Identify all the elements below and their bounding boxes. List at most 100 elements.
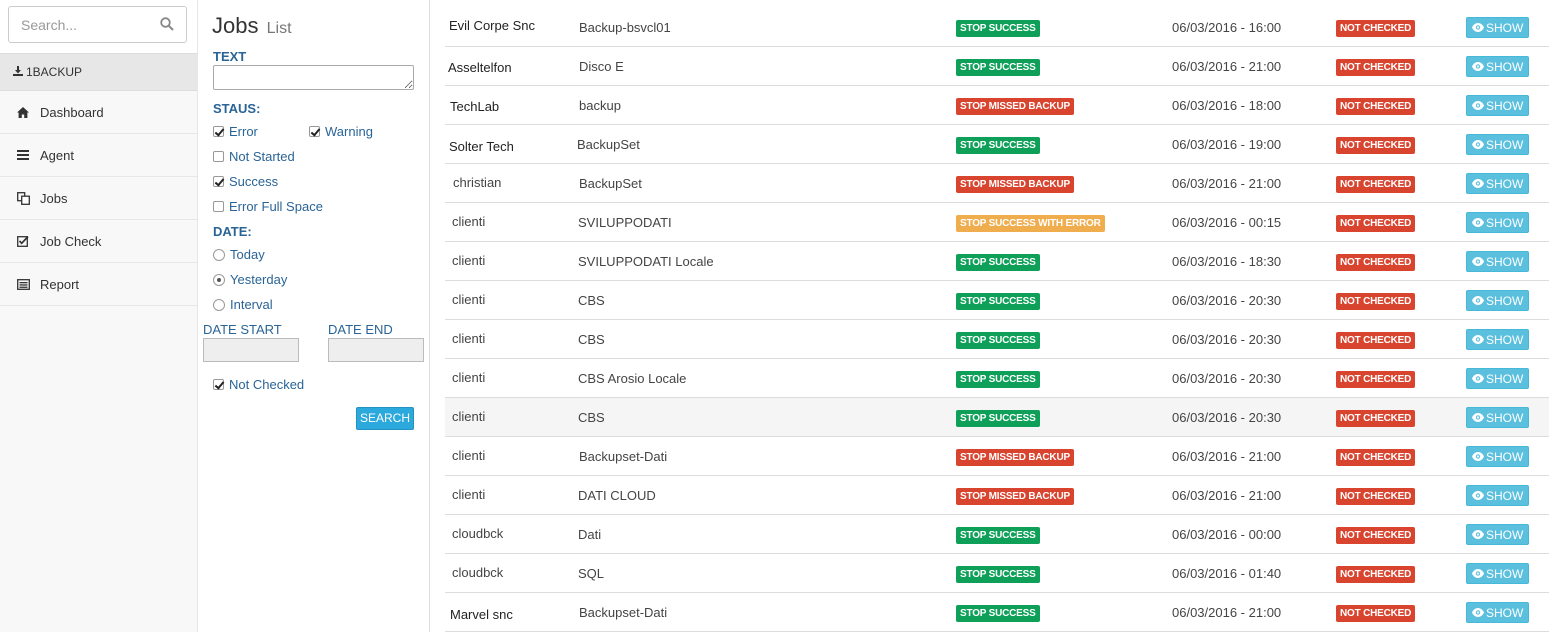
date-today-radio[interactable]: Today <box>213 247 265 262</box>
status-error-checkbox[interactable]: Error <box>213 124 258 139</box>
checkbox-mark <box>309 126 320 137</box>
show-label: SHOW <box>1486 98 1524 113</box>
radio-mark <box>213 298 225 311</box>
job-name: SVILUPPODATI <box>578 215 672 230</box>
show-cell: SHOW <box>1466 485 1530 506</box>
not-checked-badge: NOT CHECKED <box>1336 20 1416 37</box>
search-box <box>8 6 187 43</box>
check-badge-cell: NOT CHECKED <box>1336 370 1416 388</box>
show-button[interactable]: SHOW <box>1466 602 1530 623</box>
show-button[interactable]: SHOW <box>1466 212 1530 233</box>
status-badge-cell: STOP SUCCESS <box>956 409 1040 427</box>
check-badge-cell: NOT CHECKED <box>1336 565 1416 583</box>
show-button[interactable]: SHOW <box>1466 95 1530 116</box>
status-label: STAUS: <box>213 101 261 116</box>
show-button[interactable]: SHOW <box>1466 446 1530 467</box>
date-yesterday-radio[interactable]: Yesterday <box>213 272 287 287</box>
text-filter-input[interactable] <box>213 65 414 90</box>
status-badge: STOP MISSED BACKUP <box>956 98 1074 115</box>
show-button[interactable]: SHOW <box>1466 251 1530 272</box>
show-button[interactable]: SHOW <box>1466 290 1530 311</box>
eye-icon <box>1472 99 1486 113</box>
client-name: christian <box>453 175 502 190</box>
show-button[interactable]: SHOW <box>1466 368 1530 389</box>
home-icon <box>16 105 30 119</box>
show-cell: SHOW <box>1466 173 1530 194</box>
not-checked-checkbox[interactable]: Not Checked <box>213 377 304 392</box>
job-name: Backup-bsvcl01 <box>579 20 671 35</box>
checkbox-mark <box>213 176 224 187</box>
filter-panel: Jobs List TEXT STAUS: Error Warning Not … <box>198 0 430 632</box>
status-warning-checkbox[interactable]: Warning <box>309 124 373 139</box>
eye-icon <box>1472 489 1486 503</box>
check-badge-cell: NOT CHECKED <box>1336 448 1416 466</box>
show-label: SHOW <box>1486 59 1524 74</box>
show-label: SHOW <box>1486 488 1524 503</box>
sidebar-item-job-check[interactable]: Job Check <box>0 220 197 263</box>
show-button[interactable]: SHOW <box>1466 407 1530 428</box>
status-error-full-space-checkbox[interactable]: Error Full Space <box>213 199 323 214</box>
not-checked-badge: NOT CHECKED <box>1336 176 1416 193</box>
page-subtitle: List <box>266 20 292 37</box>
search-button[interactable]: SEARCH <box>356 407 414 430</box>
job-name: CBS <box>578 293 605 308</box>
table-row: Asseltelfon Disco E STOP SUCCESS 06/03/2016… <box>445 47 1549 86</box>
search-icon[interactable] <box>160 17 176 33</box>
table-row: clienti CBS STOP SUCCESS 06/03/2016 - 20:30… <box>445 398 1549 437</box>
status-badge: STOP SUCCESS <box>956 332 1040 349</box>
show-button[interactable]: SHOW <box>1466 173 1530 194</box>
checkbox-mark <box>213 379 224 390</box>
client-name: clienti <box>452 331 486 346</box>
show-label: SHOW <box>1486 527 1524 542</box>
show-label: SHOW <box>1486 215 1524 230</box>
client-name: clienti <box>452 370 486 385</box>
show-button[interactable]: SHOW <box>1466 56 1530 77</box>
show-cell: SHOW <box>1466 446 1530 467</box>
search-input[interactable] <box>9 7 149 42</box>
eye-icon <box>1472 138 1486 152</box>
job-name: SVILUPPODATI Locale <box>578 254 714 269</box>
check-badge-cell: NOT CHECKED <box>1336 526 1416 544</box>
sidebar-item-jobs[interactable]: Jobs <box>0 177 197 220</box>
brand-item[interactable]: 1BACKUP <box>0 53 197 91</box>
status-success-checkbox[interactable]: Success <box>213 174 278 189</box>
show-button[interactable]: SHOW <box>1466 134 1530 155</box>
sidebar-item-agent[interactable]: Agent <box>0 134 197 177</box>
table-row: cloudbck Dati STOP SUCCESS 06/03/2016 - 00:… <box>445 515 1549 554</box>
show-cell: SHOW <box>1466 602 1530 623</box>
show-button[interactable]: SHOW <box>1466 563 1530 584</box>
check-badge-cell: NOT CHECKED <box>1336 487 1416 505</box>
date-interval-radio[interactable]: Interval <box>213 297 273 312</box>
show-cell: SHOW <box>1466 251 1530 272</box>
sidebar-item-label: Jobs <box>40 190 68 206</box>
status-not-started-checkbox[interactable]: Not Started <box>213 149 295 164</box>
job-name: BackupSet <box>579 176 642 191</box>
sidebar-item-label: Dashboard <box>40 104 104 120</box>
sidebar-item-dashboard[interactable]: Dashboard <box>0 91 197 134</box>
date-start-input[interactable] <box>203 338 299 362</box>
status-badge: STOP SUCCESS <box>956 527 1040 544</box>
job-date: 06/03/2016 - 18:00 <box>1172 98 1282 113</box>
show-cell: SHOW <box>1466 407 1530 428</box>
job-name: SQL <box>578 566 605 581</box>
copy-icon <box>16 191 30 205</box>
job-date: 06/03/2016 - 00:15 <box>1172 215 1282 230</box>
show-button[interactable]: SHOW <box>1466 17 1530 38</box>
client-name: clienti <box>452 487 486 502</box>
show-button[interactable]: SHOW <box>1466 329 1530 350</box>
job-date: 06/03/2016 - 21:00 <box>1172 449 1282 464</box>
status-badge: STOP SUCCESS <box>956 20 1040 37</box>
client-name: clienti <box>452 253 486 268</box>
status-badge: STOP MISSED BACKUP <box>956 488 1074 505</box>
eye-icon <box>1472 255 1486 269</box>
sidebar-item-label: Agent <box>40 147 74 163</box>
show-button[interactable]: SHOW <box>1466 485 1530 506</box>
date-end-input[interactable] <box>328 338 424 362</box>
sidebar-item-report[interactable]: Report <box>0 263 197 306</box>
sidebar-item-label: Job Check <box>40 233 102 249</box>
show-cell: SHOW <box>1466 212 1530 233</box>
show-button[interactable]: SHOW <box>1466 524 1530 545</box>
job-date: 06/03/2016 - 20:30 <box>1172 332 1282 347</box>
status-badge: STOP SUCCESS <box>956 254 1040 271</box>
status-badge-cell: STOP SUCCESS <box>956 331 1040 349</box>
